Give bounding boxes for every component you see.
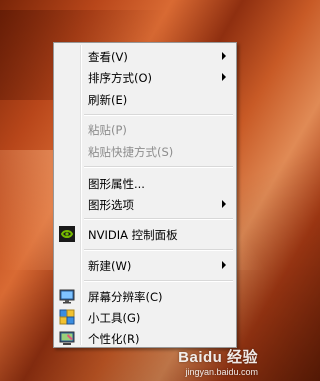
submenu-arrow-icon [222,73,226,81]
menu-item-graphics-properties[interactable]: 图形属性... [56,173,234,193]
menu-separator [84,218,233,220]
personalize-icon [59,330,75,346]
menu-item-label: 粘贴(P) [88,123,127,137]
menu-item-label: 刷新(E) [88,93,128,107]
menu-item-label: 查看(V) [88,50,128,64]
menu-item-label: 粘贴快捷方式(S) [88,145,174,159]
nvidia-icon [59,226,75,242]
menu-item-sort-by[interactable]: 排序方式(O) [56,67,234,87]
menu-item-label: 屏幕分辨率(C) [88,290,163,304]
menu-item-label: 排序方式(O) [88,71,153,85]
menu-item-screen-resolution[interactable]: 屏幕分辨率(C) [56,286,234,306]
menu-item-new[interactable]: 新建(W) [56,255,234,275]
gadgets-icon [59,309,75,325]
menu-item-nvidia-control-panel[interactable]: NVIDIA 控制面板 [56,224,234,244]
menu-separator [84,280,233,282]
menu-item-gadgets[interactable]: 小工具(G) [56,307,234,327]
menu-item-label: 图形属性... [88,177,145,191]
menu-item-graphics-options[interactable]: 图形选项 [56,194,234,214]
menu-separator [84,114,233,116]
menu-item-label: NVIDIA 控制面板 [88,228,178,242]
baidu-jingyan-watermark: Baidu 经验 jingyan.baidu.com [178,346,258,377]
menu-item-label: 个性化(R) [88,332,140,346]
menu-item-personalize[interactable]: 个性化(R) [56,328,234,348]
submenu-arrow-icon [222,52,226,60]
submenu-arrow-icon [222,261,226,269]
menu-item-view[interactable]: 查看(V) [56,46,234,66]
menu-item-paste: 粘贴(P) [56,119,234,139]
submenu-arrow-icon [222,200,226,208]
menu-separator [84,166,233,168]
menu-item-label: 新建(W) [88,259,132,273]
desktop-context-menu: 查看(V) 排序方式(O) 刷新(E) 粘贴(P) 粘贴快捷方式(S) 图形属性… [53,42,237,348]
menu-item-label: 图形选项 [88,198,134,212]
monitor-icon [59,288,75,304]
menu-item-refresh[interactable]: 刷新(E) [56,89,234,109]
menu-item-label: 小工具(G) [88,311,141,325]
watermark-brand: Baidu 经验 [178,349,258,366]
menu-item-paste-shortcut: 粘贴快捷方式(S) [56,141,234,161]
menu-separator [84,249,233,251]
watermark-url: jingyan.baidu.com [185,367,258,377]
